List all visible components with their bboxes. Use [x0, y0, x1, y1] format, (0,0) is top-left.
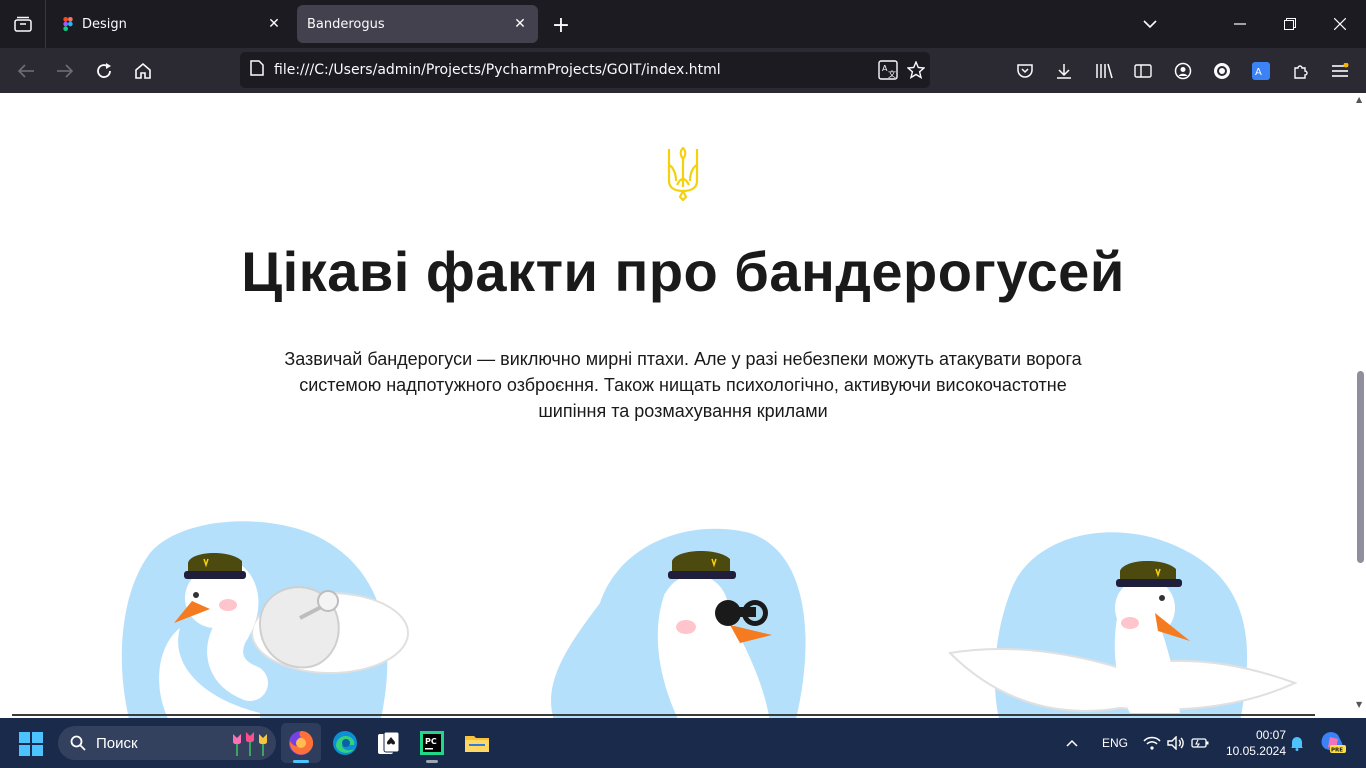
library-icon[interactable]	[1089, 56, 1119, 86]
translate-icon[interactable]: A文	[874, 56, 902, 84]
address-bar[interactable]: file:///C:/Users/admin/Projects/PycharmP…	[240, 52, 930, 88]
wifi-icon[interactable]	[1143, 718, 1163, 768]
copilot-pre-icon[interactable]: PRE	[1320, 718, 1348, 768]
tab-title: Design	[82, 16, 127, 32]
browser-tab-bar: Design ✕ Banderogus ✕ +	[0, 0, 1366, 48]
taskbar-firefox[interactable]	[281, 723, 321, 763]
clock-time: 00:07	[1255, 728, 1286, 742]
system-clock[interactable]: 00:07 10.05.2024	[1222, 727, 1286, 759]
close-window-icon[interactable]	[1315, 0, 1365, 48]
account-icon[interactable]	[1168, 56, 1198, 86]
figma-icon	[62, 17, 74, 31]
windows-taskbar: Поиск PC ENG 00:07 10.05.2024 PRE	[0, 718, 1366, 768]
taskbar-search-box[interactable]: Поиск	[58, 726, 276, 760]
taskbar-file-explorer[interactable]	[457, 723, 497, 763]
pycharm-icon: PC	[420, 731, 444, 755]
browser-nav-bar: file:///C:/Users/admin/Projects/PycharmP…	[0, 48, 1366, 93]
volume-icon[interactable]	[1167, 718, 1187, 768]
restore-icon[interactable]	[1265, 0, 1315, 48]
svg-text:A: A	[1255, 67, 1262, 78]
page-description: Зазвичай бандерогуси — виключно мирні пт…	[284, 349, 1082, 421]
tab-list-button[interactable]	[0, 0, 46, 48]
running-indicator	[426, 760, 438, 763]
windows-start-icon[interactable]	[18, 731, 44, 757]
show-hidden-icons-chevron-icon[interactable]	[1066, 718, 1088, 768]
edge-icon	[333, 731, 357, 755]
page-divider	[12, 714, 1315, 716]
taskbar-pycharm[interactable]: PC	[412, 723, 452, 763]
pocket-icon[interactable]	[1010, 56, 1040, 86]
svg-text:文: 文	[888, 69, 896, 79]
close-tab-icon[interactable]: ✕	[266, 16, 282, 32]
tab-banderogus[interactable]: Banderogus ✕	[297, 5, 538, 43]
home-icon[interactable]	[128, 56, 158, 86]
page-scrollbar[interactable]: ▲ ▼	[1354, 93, 1366, 718]
search-icon	[70, 735, 86, 751]
tulips-icon	[233, 732, 267, 756]
tab-list-icon	[13, 16, 32, 32]
input-language[interactable]: ENG	[1102, 718, 1128, 768]
scrollbar-thumb[interactable]	[1357, 371, 1364, 563]
tab-title: Banderogus	[307, 16, 385, 32]
menu-hamburger-icon[interactable]	[1325, 56, 1355, 86]
scroll-down-arrow-icon[interactable]: ▼	[1356, 700, 1364, 709]
search-label: Поиск	[96, 734, 138, 752]
taskbar-edge[interactable]	[325, 723, 365, 763]
goose-spreading-wings	[947, 532, 1298, 718]
goose-with-radar	[121, 521, 409, 718]
list-all-tabs-chevron-icon[interactable]	[1125, 0, 1175, 48]
extension-c-icon[interactable]	[1207, 56, 1237, 86]
page-title: Цікаві факти про бандерогусей	[241, 240, 1125, 303]
new-tab-plus-icon[interactable]: +	[548, 12, 574, 38]
solitaire-cards-icon	[378, 731, 400, 754]
tab-design[interactable]: Design ✕	[52, 5, 292, 43]
extensions-puzzle-icon[interactable]	[1286, 56, 1316, 86]
minimize-icon[interactable]	[1215, 0, 1265, 48]
sidebar-icon[interactable]	[1128, 56, 1158, 86]
close-tab-icon[interactable]: ✕	[512, 16, 528, 32]
notification-bell-icon[interactable]	[1290, 718, 1308, 768]
page-viewport[interactable]: Цікаві факти про бандерогусей Зазвичай б…	[0, 93, 1366, 718]
file-page-icon	[250, 60, 264, 80]
downloads-icon[interactable]	[1049, 56, 1079, 86]
svg-text:PRE: PRE	[1331, 748, 1343, 754]
firefox-icon	[289, 731, 314, 755]
svg-text:PC: PC	[425, 737, 437, 746]
goose-with-binoculars	[551, 528, 806, 718]
back-arrow-icon[interactable]	[11, 56, 41, 86]
url-text[interactable]: file:///C:/Users/admin/Projects/PycharmP…	[274, 62, 874, 78]
taskbar-solitaire[interactable]	[368, 723, 408, 763]
trident-icon	[667, 146, 699, 201]
forward-arrow-icon[interactable]	[50, 56, 80, 86]
bookmark-star-icon[interactable]	[902, 56, 930, 84]
reload-icon[interactable]	[89, 56, 119, 86]
folder-icon	[465, 736, 489, 752]
clock-date: 10.05.2024	[1225, 744, 1286, 758]
translator-extension-icon[interactable]: A	[1246, 56, 1276, 86]
battery-icon[interactable]	[1191, 718, 1211, 768]
scroll-up-arrow-icon[interactable]: ▲	[1356, 95, 1364, 104]
active-indicator	[293, 760, 309, 763]
